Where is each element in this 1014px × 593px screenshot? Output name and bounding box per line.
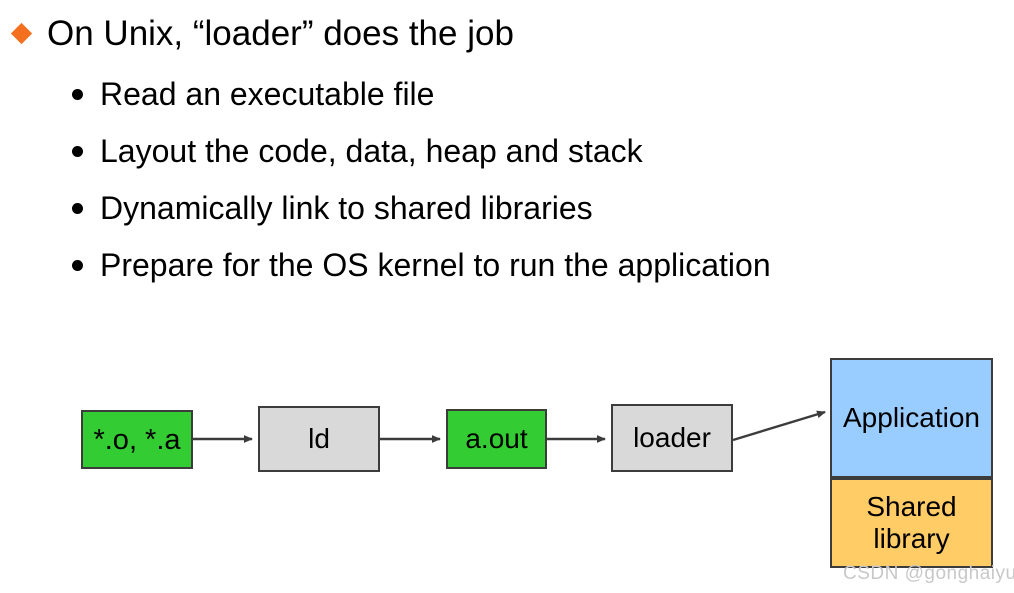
main-bullet-text: On Unix, “loader” does the job [47, 14, 514, 53]
node-label: *.o, *.a [93, 423, 181, 456]
node-label: loader [633, 422, 711, 453]
node-label: ld [308, 423, 330, 454]
node-label: Application [843, 402, 980, 433]
sub-bullet-row: Read an executable file [72, 74, 1012, 131]
node-label: a.out [465, 423, 528, 454]
main-bullet-row: On Unix, “loader” does the job [10, 14, 514, 54]
diagram-node-object-files[interactable]: *.o, *.a [81, 410, 193, 469]
sub-bullet-row: Dynamically link to shared libraries [72, 188, 1012, 245]
diagram-node-shared-library[interactable]: Shared library [830, 478, 993, 568]
diagram-node-ld[interactable]: ld [258, 406, 380, 472]
diagram-node-aout[interactable]: a.out [446, 409, 547, 469]
sub-bullet-text: Prepare for the OS kernel to run the app… [100, 247, 771, 283]
round-bullet-icon [72, 203, 83, 214]
slide-body: On Unix, “loader” does the job Read an e… [0, 0, 1014, 300]
sub-bullet-row: Layout the code, data, heap and stack [72, 131, 1012, 188]
diagram-node-loader[interactable]: loader [611, 404, 733, 472]
round-bullet-icon [72, 146, 83, 157]
sub-bullet-text: Read an executable file [100, 76, 435, 112]
csdn-watermark: CSDN @gonghaiyu [843, 563, 1014, 584]
diagram-node-application[interactable]: Application [830, 358, 993, 478]
round-bullet-icon [72, 260, 83, 271]
sub-bullet-text: Layout the code, data, heap and stack [100, 133, 643, 169]
sub-bullet-text: Dynamically link to shared libraries [100, 190, 593, 226]
diamond-bullet-icon [10, 22, 33, 45]
node-label-line1: Shared [866, 491, 957, 522]
round-bullet-icon [72, 89, 83, 100]
sub-bullet-list: Read an executable file Layout the code,… [72, 74, 1012, 302]
node-label-line2: library [873, 523, 950, 554]
sub-bullet-row: Prepare for the OS kernel to run the app… [72, 245, 1012, 302]
